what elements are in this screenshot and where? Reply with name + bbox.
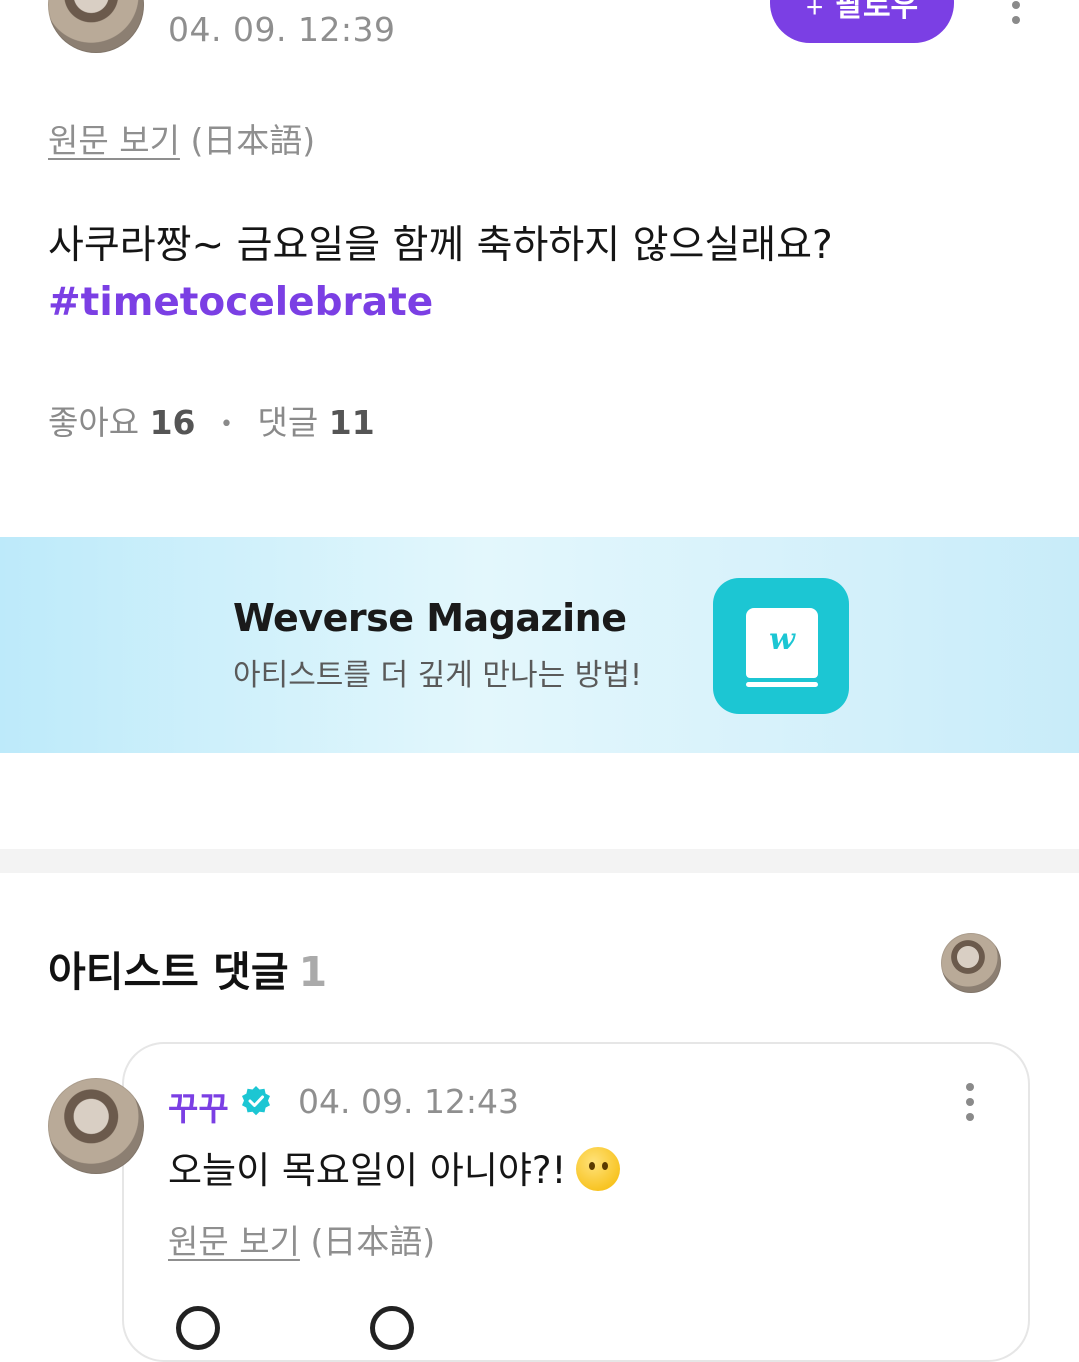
hashtag-link[interactable]: #timetocelebrate: [48, 280, 433, 325]
view-original-link[interactable]: 원문 보기: [48, 121, 180, 160]
commenter-avatar[interactable]: [48, 1078, 144, 1174]
comments-label[interactable]: 댓글: [258, 403, 319, 442]
magazine-book-icon[interactable]: w: [713, 578, 849, 714]
separator-dot: •: [220, 412, 234, 437]
artist-comments-title: 아티스트 댓글 1: [48, 948, 328, 996]
post-body: 사쿠라짱~ 금요일을 함께 축하하지 않으실래요?: [48, 223, 833, 268]
like-heart-icon[interactable]: [176, 1306, 220, 1350]
section-divider: [0, 849, 1079, 873]
author-avatar[interactable]: [48, 0, 144, 53]
plus-icon: +: [805, 0, 824, 24]
follow-label: 팔로우: [835, 0, 919, 23]
likes-label[interactable]: 좋아요: [48, 403, 139, 442]
original-language: (日本語): [190, 121, 316, 160]
comment-view-original-link[interactable]: 원문 보기: [168, 1222, 300, 1261]
comment-more-options-icon[interactable]: [963, 1083, 977, 1121]
more-options-icon[interactable]: [1009, 1, 1023, 24]
comment-body: 오늘이 목요일이 아니야?!: [168, 1140, 621, 1194]
reply-comment-icon[interactable]: [370, 1306, 414, 1350]
banner-subtitle: 아티스트를 더 깊게 만나는 방법!: [233, 658, 642, 693]
likes-count: 16: [149, 403, 196, 442]
post-stats: 좋아요 16 • 댓글 11: [48, 396, 375, 444]
comment-timestamp: 04. 09. 12:43: [298, 1082, 520, 1121]
thinking-face-emoji-icon: [576, 1147, 621, 1191]
comment-view-original: 원문 보기 (日本語): [168, 1215, 435, 1263]
commenter-name[interactable]: 꾸꾸: [168, 1082, 229, 1130]
banner-title: Weverse Magazine: [233, 596, 627, 640]
view-original: 원문 보기 (日本語): [48, 114, 315, 162]
artist-avatar-small[interactable]: [941, 933, 1001, 993]
follow-button[interactable]: + 팔로우: [770, 0, 954, 43]
weverse-magazine-banner[interactable]: [0, 537, 1079, 753]
verified-badge-icon: [242, 1086, 270, 1116]
artist-comments-count: 1: [298, 948, 328, 996]
post-timestamp: 04. 09. 12:39: [168, 10, 396, 49]
comments-count: 11: [328, 403, 375, 442]
w-letter: w: [769, 622, 795, 657]
comment-original-language: (日本語): [310, 1222, 436, 1261]
